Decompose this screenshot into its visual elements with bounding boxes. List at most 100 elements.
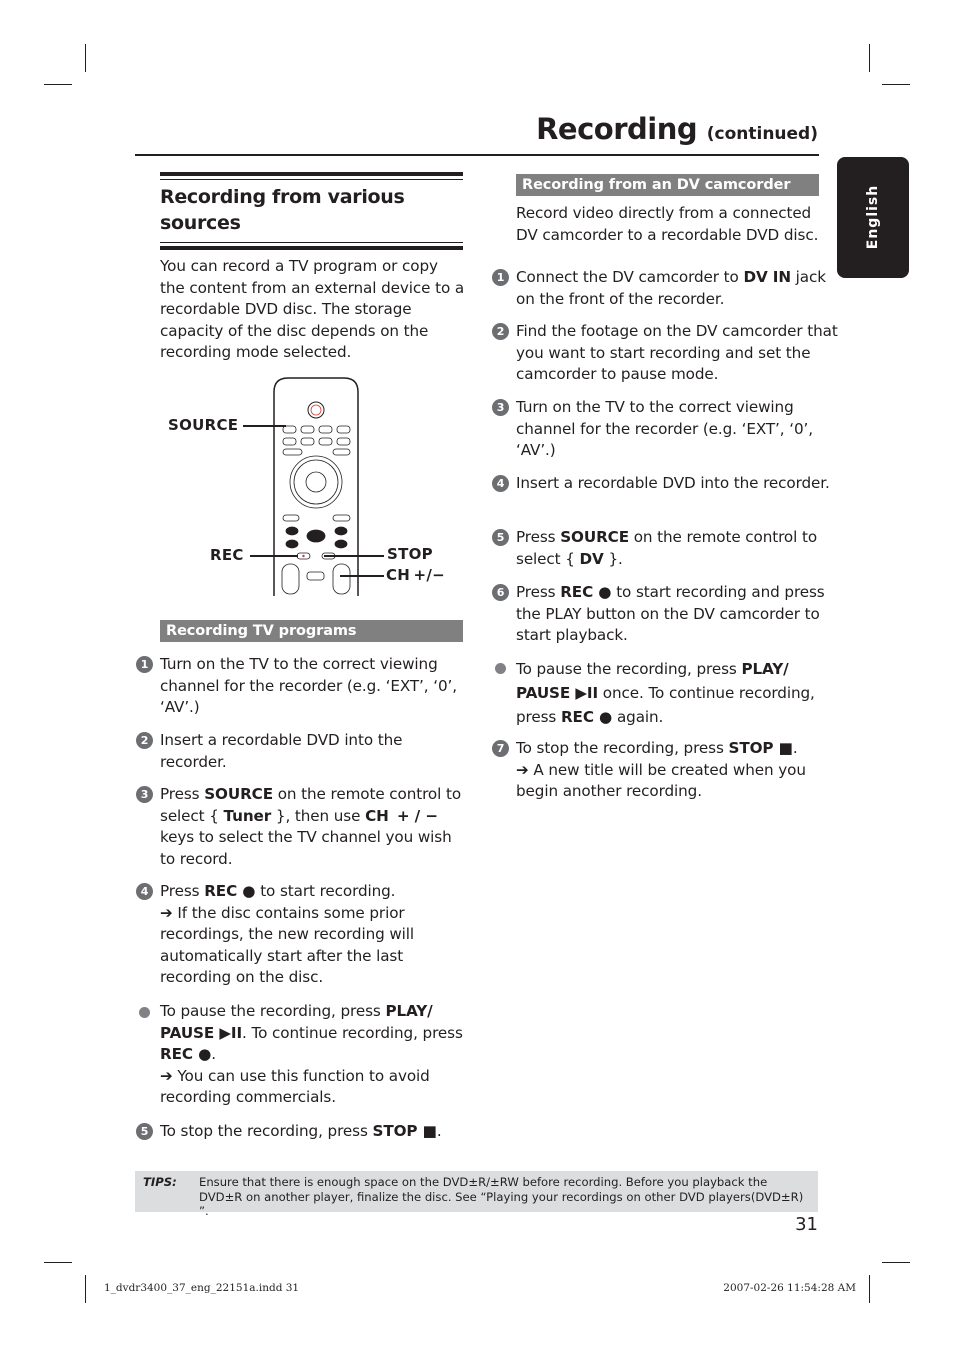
heading-rule-bottom [160, 246, 463, 250]
heading-rule-thin [160, 242, 463, 243]
step-number-icon: 1 [136, 656, 153, 673]
key-source: SOURCE [560, 528, 629, 546]
option-dv: DV [579, 549, 604, 568]
remote-control-illustration [273, 377, 359, 596]
step-number-icon: 4 [136, 883, 153, 900]
callout-line [324, 555, 384, 557]
callout-line [250, 555, 298, 557]
bullet-item: To pause the recording, press PLAY/ PAUS… [495, 657, 842, 729]
step-number-icon: 7 [492, 740, 509, 757]
step-item: 4 Press REC ● to start recording. ➔ If t… [136, 881, 465, 989]
step-item: 3 Turn on the TV to the correct viewing … [492, 397, 842, 462]
page-number: 31 [795, 1214, 818, 1235]
section-title-line1: Recording from various [160, 186, 405, 208]
step-text: }, then use [271, 806, 366, 825]
intro-paragraph: You can record a TV program or copy the … [160, 257, 465, 362]
step-item: 1 Connect the DV camcorder to DV IN jack… [492, 267, 842, 310]
bullet-icon [139, 1007, 150, 1018]
section-title: Recording from various sources [160, 184, 463, 236]
tips-text: Ensure that there is enough space on the… [199, 1175, 804, 1218]
slug-timestamp: 2007-02-26 11:54:28 AM [723, 1282, 856, 1294]
step-text: Connect the DV camcorder to [516, 268, 744, 286]
key-rec: REC ● [560, 708, 613, 726]
page-title-main: Recording [536, 112, 698, 146]
step-text: To pause the recording, press [516, 660, 742, 678]
crop-mark [85, 1275, 86, 1303]
step-text: Press [516, 583, 561, 601]
section-bar-tv-programs: Recording TV programs [160, 620, 463, 642]
label-source: SOURCE [168, 416, 239, 434]
step-text: Find the footage on the DV camcorder tha… [516, 322, 838, 384]
step-text: Press [160, 785, 205, 803]
crop-mark [85, 44, 86, 72]
step-number-icon: 1 [492, 269, 509, 286]
step-result: ➔ If the disc contains some prior record… [160, 903, 415, 987]
step-result: ➔ A new title will be created when you b… [516, 760, 806, 801]
crop-mark [44, 84, 72, 85]
crop-mark [869, 1275, 870, 1303]
language-tab-label: English [865, 184, 881, 250]
step-text: . [792, 739, 798, 757]
step-text: to start recording. [255, 882, 396, 900]
tips-box: TIPS: Ensure that there is enough space … [135, 1171, 818, 1218]
key-ch: CH + / − [365, 806, 438, 825]
step-text: Turn on the TV to the correct viewing ch… [516, 398, 813, 460]
step-number-icon: 3 [492, 399, 509, 416]
slug-filename: 1_dvdr3400_37_eng_22151a.indd 31 [104, 1282, 300, 1294]
callout-line [340, 575, 384, 577]
step-text: }. [603, 549, 623, 568]
step-item: 2 Insert a recordable DVD into the recor… [136, 730, 465, 773]
page-title-suffix: (continued) [706, 124, 818, 144]
step-text: Press [516, 528, 561, 546]
section-title-line2: sources [160, 212, 241, 234]
key-rec: REC ● [204, 882, 256, 900]
step-item: 7 To stop the recording, press STOP ■. ➔… [492, 738, 842, 803]
step-text: To stop the recording, press [516, 739, 729, 757]
crop-mark [869, 44, 870, 72]
step-number-icon: 5 [136, 1123, 153, 1140]
section-heading: Recording from various sources [160, 172, 463, 253]
key-rec: REC ● [560, 583, 612, 601]
power-button [307, 401, 325, 419]
bullet-item: To pause the recording, press PLAY/ PAUS… [139, 1001, 465, 1109]
step-text: . [211, 1045, 216, 1064]
crop-mark [44, 1262, 72, 1263]
label-ch: CH +/− [386, 566, 445, 584]
section-bar-dv-camcorder: Recording from an DV camcorder [516, 174, 819, 196]
crop-mark [882, 1262, 910, 1263]
step-text: again. [612, 708, 664, 726]
heading-rule-top [160, 172, 463, 176]
step-text: To pause the recording, press [160, 1002, 386, 1020]
step-item: 6 Press REC ● to start recording and pre… [492, 582, 842, 647]
step-item: 1 Turn on the TV to the correct viewing … [136, 654, 465, 719]
step-text: . To continue recording, press [242, 1023, 463, 1042]
language-tab: English [837, 157, 909, 278]
step-text: Turn on the TV to the correct viewing ch… [160, 655, 457, 717]
step-item: 2 Find the footage on the DV camcorder t… [492, 321, 842, 386]
step-item: 5 To stop the recording, press STOP ■. [136, 1121, 465, 1143]
step-item: 3 Press SOURCE on the remote control to … [136, 784, 465, 870]
step-text: Insert a recordable DVD into the recorde… [516, 474, 830, 492]
bullet-icon [495, 663, 506, 674]
step-number-icon: 2 [492, 323, 509, 340]
key-rec: REC ● [160, 1045, 212, 1064]
step-number-icon: 4 [492, 475, 509, 492]
jack-dv-in: DV IN [743, 268, 791, 286]
step-text: Press [160, 882, 205, 900]
step-text: keys to select the TV channel you wish t… [160, 828, 452, 868]
step-number-icon: 5 [492, 529, 509, 546]
step-result: ➔ You can use this function to avoid rec… [160, 1066, 430, 1107]
callout-line [243, 425, 286, 427]
dv-intro-paragraph: Record video directly from a connected D… [516, 204, 819, 244]
navigation-pad [289, 455, 343, 509]
step-item: 4 Insert a recordable DVD into the recor… [492, 473, 842, 495]
tips-label: TIPS: [143, 1175, 177, 1189]
step-text: . [436, 1122, 442, 1140]
step-text: Insert a recordable DVD into the recorde… [160, 731, 403, 771]
step-item: 5 Press SOURCE on the remote control to … [492, 527, 842, 570]
page-title: Recording (continued) [536, 112, 818, 146]
key-stop: STOP ■ [372, 1122, 437, 1140]
label-stop: STOP [387, 545, 433, 563]
step-text: To stop the recording, press [160, 1122, 373, 1140]
step-number-icon: 2 [136, 732, 153, 749]
